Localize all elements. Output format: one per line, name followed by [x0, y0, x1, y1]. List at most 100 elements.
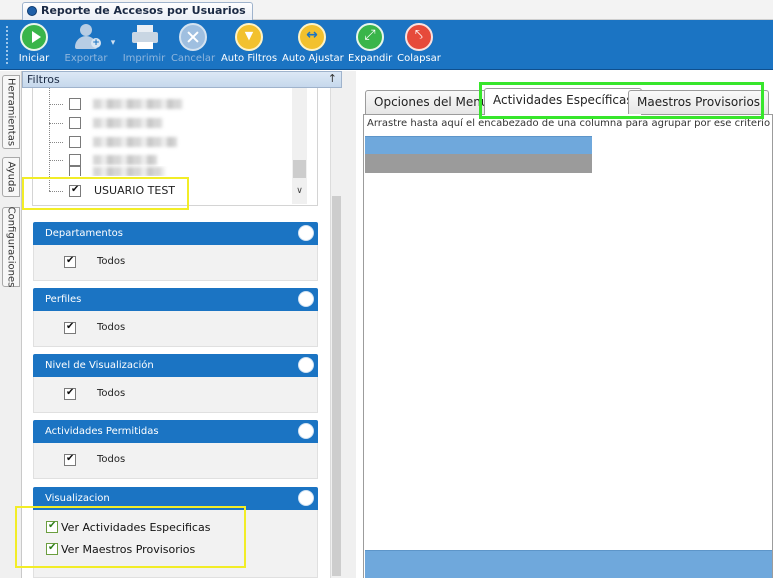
auto-adjust-icon: [298, 23, 326, 51]
tab-maestros-provisorios[interactable]: Maestros Provisorios: [628, 90, 770, 114]
expand-icon: [356, 23, 384, 51]
user-checkbox[interactable]: [69, 136, 81, 148]
expandir-label: Expandir: [348, 53, 393, 64]
user-list-item[interactable]: [49, 113, 289, 133]
group-title: Actividades Permitidas: [45, 426, 159, 437]
auto-ajustar-button[interactable]: Auto Ajustar: [282, 23, 344, 64]
colapsar-label: Colapsar: [397, 53, 441, 64]
redacted-user-name: [93, 99, 183, 109]
user-list-item[interactable]: [49, 94, 289, 114]
auto-filter-icon: [235, 23, 263, 51]
user-checkbox[interactable]: [69, 98, 81, 110]
tab-actividades-especificas[interactable]: Actividades Específicas: [484, 88, 642, 115]
group-by-hint[interactable]: Arrastre hasta aquí el encabezado de una…: [367, 118, 770, 129]
ver-maestros-provisorios-checkbox[interactable]: [46, 542, 58, 555]
ver-actividades-especificas-label: Ver Actividades Especificas: [61, 521, 211, 534]
redacted-user-name: [93, 167, 165, 176]
group-title: Nivel de Visualización: [45, 360, 154, 371]
user-list-scroll-thumb[interactable]: [293, 160, 306, 178]
collapse-toggle-icon[interactable]: [298, 490, 314, 506]
ver-maestros-provisorios-option[interactable]: Ver Maestros Provisorios: [46, 542, 196, 556]
cancelar-button[interactable]: Cancelar: [170, 23, 216, 64]
group-body-visualizacion: Ver Actividades Especificas Ver Maestros…: [33, 510, 318, 578]
tab-maestros-provisorios-label: Maestros Provisorios: [637, 95, 761, 109]
imprimir-button[interactable]: Imprimir: [122, 23, 166, 64]
collapse-toggle-icon[interactable]: [298, 291, 314, 307]
ver-maestros-provisorios-label: Ver Maestros Provisorios: [61, 543, 196, 556]
group-header-visualizacion[interactable]: Visualizacion: [33, 487, 318, 510]
todos-checkbox[interactable]: [64, 387, 76, 400]
toolbar: Iniciar + Exportar ▾ Imprimir Cancelar A…: [0, 20, 773, 70]
ver-actividades-especificas-option[interactable]: Ver Actividades Especificas: [46, 520, 211, 534]
user-name: USUARIO TEST: [94, 184, 176, 197]
filters-panel-title: Filtros: [27, 73, 60, 86]
colapsar-button[interactable]: Colapsar: [396, 23, 442, 64]
redacted-user-name: [93, 118, 163, 128]
user-checkbox[interactable]: [69, 154, 81, 166]
group-title: Departamentos: [45, 228, 123, 239]
tab-opciones-del-menu[interactable]: Opciones del Menú: [365, 90, 498, 114]
exportar-dropdown-arrow[interactable]: ▾: [108, 38, 118, 48]
user-checkbox[interactable]: [69, 117, 81, 129]
group-header-departamentos[interactable]: Departamentos: [33, 222, 318, 245]
todos-checkbox[interactable]: [64, 453, 76, 466]
app-icon: [27, 6, 37, 16]
side-tab-ayuda[interactable]: Ayuda: [2, 157, 20, 197]
group-title: Perfiles: [45, 294, 82, 305]
side-tab-configuraciones-label: Configuraciones: [5, 206, 17, 288]
imprimir-label: Imprimir: [122, 53, 166, 64]
user-list-item[interactable]: [49, 166, 289, 176]
ver-actividades-especificas-checkbox[interactable]: [46, 520, 58, 533]
document-tabstrip: Reporte de Accesos por Usuarios: [0, 0, 773, 20]
printer-icon: [130, 23, 158, 51]
side-tab-configuraciones[interactable]: Configuraciones: [2, 207, 20, 287]
todos-checkbox[interactable]: [64, 321, 76, 334]
redacted-user-name: [93, 137, 177, 147]
toolbar-grip[interactable]: [6, 26, 10, 64]
document-tab-title: Reporte de Accesos por Usuarios: [41, 4, 246, 17]
expandir-button[interactable]: Expandir: [348, 23, 392, 64]
user-list-item-usuario-test[interactable]: USUARIO TEST: [49, 181, 289, 201]
collapse-toggle-icon[interactable]: [298, 357, 314, 373]
pin-icon[interactable]: ↑: [328, 72, 337, 85]
grid-column-header-row[interactable]: [365, 136, 592, 154]
results-grid: [364, 130, 773, 550]
iniciar-label: Iniciar: [18, 53, 50, 64]
exportar-label: Exportar: [64, 53, 108, 64]
exportar-button[interactable]: + Exportar: [62, 23, 110, 64]
add-user-icon: +: [72, 23, 101, 51]
group-header-perfiles[interactable]: Perfiles: [33, 288, 318, 311]
scroll-down-icon[interactable]: ∨: [292, 186, 307, 196]
side-tab-herramientas[interactable]: Herramientas: [2, 75, 20, 149]
grid-data-row[interactable]: [365, 154, 592, 173]
group-body-departamentos: Todos: [33, 245, 318, 281]
document-tab[interactable]: Reporte de Accesos por Usuarios: [22, 2, 253, 20]
filters-panel-scrollbar[interactable]: [330, 88, 342, 578]
iniciar-button[interactable]: Iniciar: [14, 23, 54, 64]
user-checkbox[interactable]: [69, 184, 81, 197]
filters-panel-scroll-thumb[interactable]: [332, 196, 341, 576]
todos-label: Todos: [97, 322, 126, 333]
user-checkbox[interactable]: [69, 166, 81, 176]
collapse-toggle-icon[interactable]: [298, 225, 314, 241]
cancel-icon: [179, 23, 207, 51]
todos-checkbox[interactable]: [64, 255, 76, 268]
group-title: Visualizacion: [45, 493, 110, 504]
grid-footer-bar: [365, 550, 773, 578]
tab-opciones-del-menu-label: Opciones del Menú: [374, 95, 489, 109]
collapse-toggle-icon[interactable]: [298, 423, 314, 439]
auto-filtros-button[interactable]: Auto Filtros: [220, 23, 278, 64]
panel-splitter[interactable]: [342, 71, 356, 578]
collapse-icon: [405, 23, 433, 51]
group-body-nivel-visualizacion: Todos: [33, 377, 318, 413]
auto-filtros-label: Auto Filtros: [220, 53, 278, 64]
side-tab-strip: Herramientas Ayuda Configuraciones: [0, 71, 22, 578]
user-list-item[interactable]: [49, 132, 289, 152]
tab-actividades-especificas-label: Actividades Específicas: [493, 93, 633, 107]
user-list-scrollbar[interactable]: ∨: [292, 88, 307, 204]
group-header-actividades-permitidas[interactable]: Actividades Permitidas: [33, 420, 318, 443]
play-icon: [20, 23, 48, 51]
filters-panel-header: Filtros ↑: [22, 71, 342, 88]
group-header-nivel-visualizacion[interactable]: Nivel de Visualización: [33, 354, 318, 377]
side-tab-ayuda-label: Ayuda: [5, 161, 17, 193]
